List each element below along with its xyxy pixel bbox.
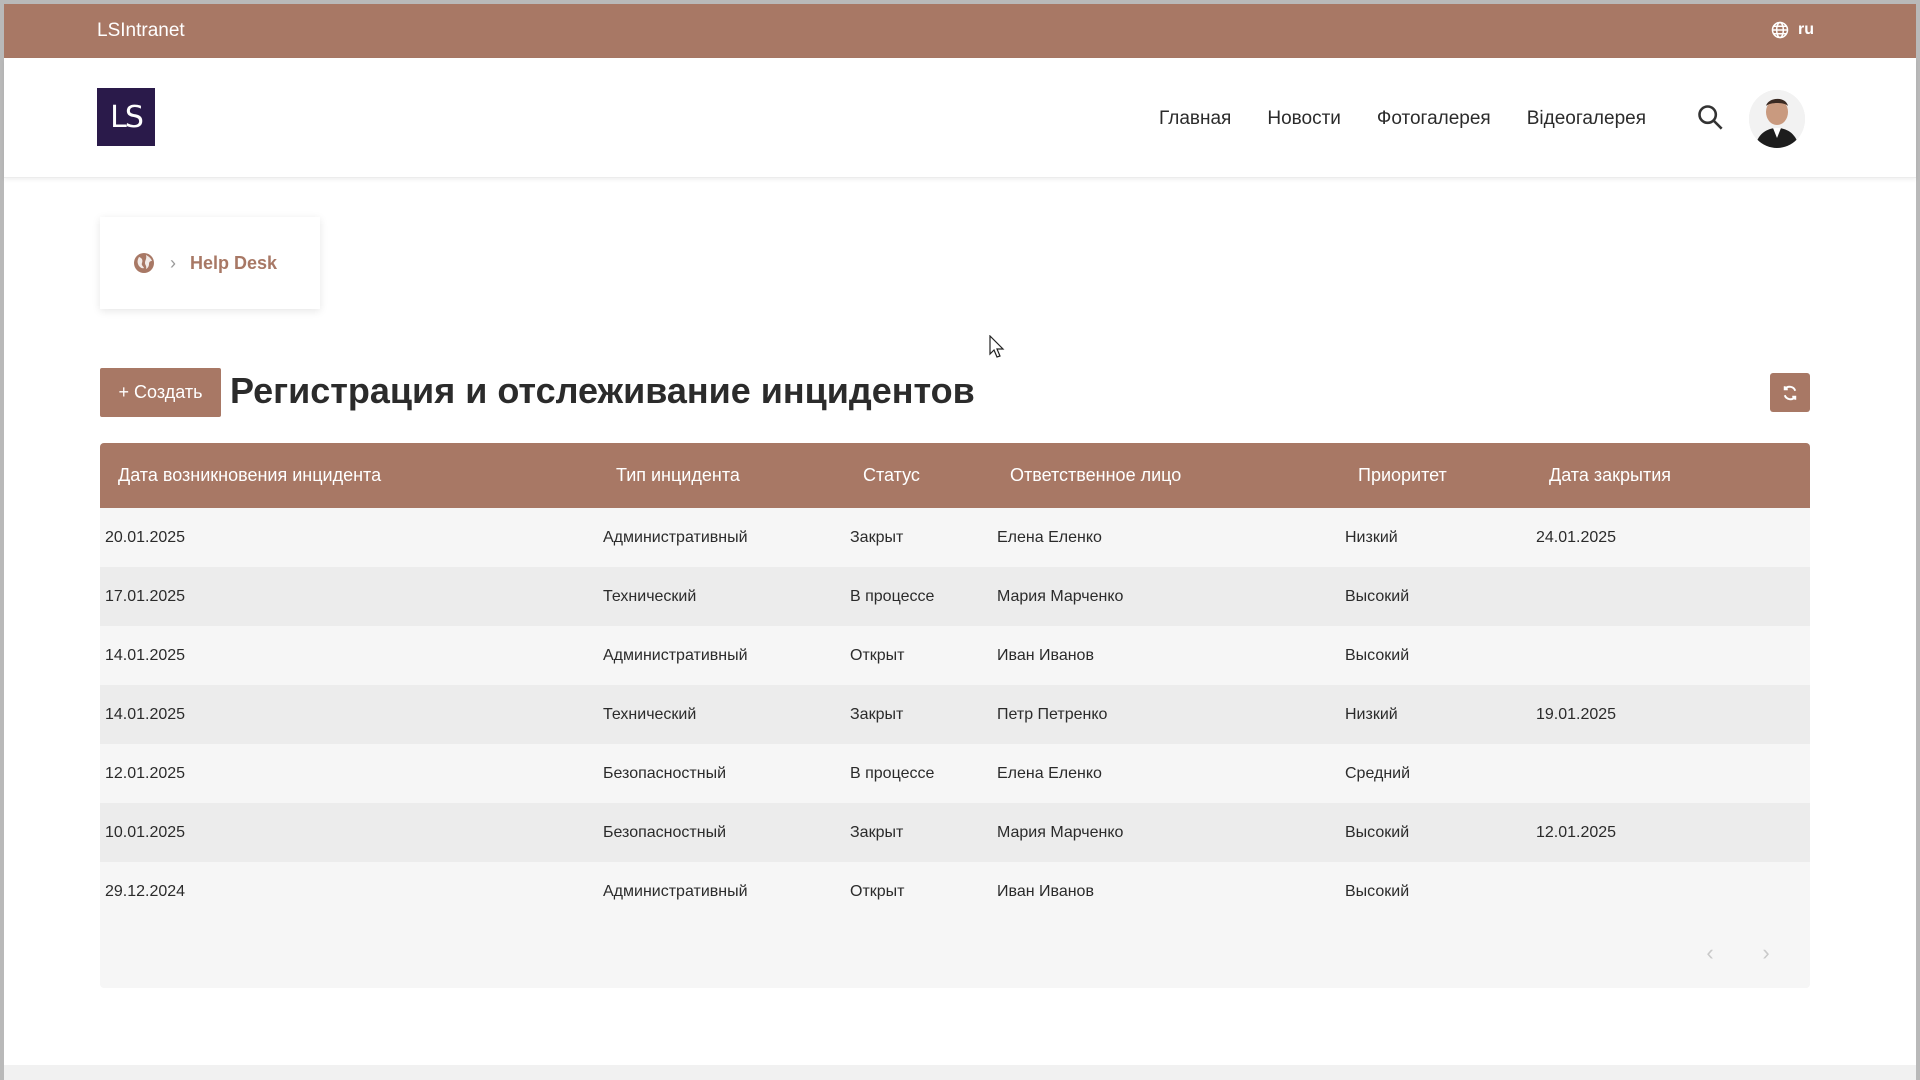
table-cell: Технический	[603, 588, 697, 605]
refresh-icon	[1783, 385, 1797, 400]
table-cell: Мария Марченко	[997, 824, 1124, 841]
user-avatar[interactable]	[1749, 90, 1805, 148]
table-header: Дата возникновения инцидента Тип инциден…	[100, 443, 1810, 508]
main-nav: Главная Новости Фотогалерея Відеогалерея	[1159, 108, 1646, 130]
table-cell: Закрыт	[850, 706, 904, 723]
table-row[interactable]: 29.12.2024 Административный Открыт Иван …	[100, 862, 1810, 921]
table-row[interactable]: 12.01.2025 Безопасностный В процессе Еле…	[100, 744, 1810, 803]
site-header: LS Главная Новости Фотогалерея Відеогале…	[4, 58, 1916, 178]
table-cell: Безопасностный	[603, 824, 726, 841]
table-cell: 12.01.2025	[1536, 824, 1617, 841]
table-cell: Высокий	[1345, 647, 1410, 664]
table-cell: Административный	[603, 647, 748, 664]
search-icon[interactable]	[1696, 103, 1724, 131]
table-cell: Елена Еленко	[997, 529, 1102, 546]
table-cell: 19.01.2025	[1536, 706, 1617, 723]
table-cell: В процессе	[850, 765, 935, 782]
brand-name[interactable]: LSIntranet	[97, 20, 185, 42]
table-cell: 17.01.2025	[105, 588, 186, 605]
breadcrumb-current[interactable]: Help Desk	[190, 253, 277, 274]
table-cell: Закрыт	[850, 529, 904, 546]
site-logo[interactable]: LS	[97, 88, 155, 146]
table-cell: Открыт	[850, 647, 905, 664]
column-header[interactable]: Приоритет	[1358, 465, 1447, 486]
avatar-image	[1749, 90, 1805, 148]
logo-text: LS	[110, 99, 144, 135]
table-cell: Иван Иванов	[997, 883, 1094, 900]
table-cell: 20.01.2025	[105, 529, 186, 546]
table-cell: 10.01.2025	[105, 824, 186, 841]
app-window: LSIntranet ru LS Главная Новости Фотогал…	[0, 0, 1920, 1080]
incidents-table: Дата возникновения инцидента Тип инциден…	[100, 443, 1810, 988]
table-cell: Елена Еленко	[997, 765, 1102, 782]
table-row[interactable]: 14.01.2025 Технический Закрыт Петр Петре…	[100, 685, 1810, 744]
table-cell: 12.01.2025	[105, 765, 186, 782]
nav-item-video-gallery[interactable]: Відеогалерея	[1527, 108, 1646, 130]
nav-item-home[interactable]: Главная	[1159, 108, 1231, 130]
table-cell: 24.01.2025	[1536, 529, 1617, 546]
page-title: Регистрация и отслеживание инцидентов	[230, 370, 975, 411]
table-cell: Административный	[603, 529, 748, 546]
nav-item-photo-gallery[interactable]: Фотогалерея	[1377, 108, 1491, 130]
column-header[interactable]: Дата возникновения инцидента	[118, 465, 381, 486]
chevron-left-icon[interactable]: ‹	[1700, 942, 1720, 964]
table-cell: Низкий	[1345, 706, 1398, 723]
chevron-right-icon[interactable]: ›	[1756, 942, 1776, 964]
nav-item-news[interactable]: Новости	[1267, 108, 1341, 130]
table-cell: 29.12.2024	[105, 883, 186, 900]
language-switcher[interactable]: ru	[1770, 20, 1814, 40]
create-button[interactable]: + Создать	[100, 368, 221, 417]
mouse-cursor-icon	[989, 335, 1005, 358]
table-cell: Открыт	[850, 883, 905, 900]
table-cell: 14.01.2025	[105, 647, 186, 664]
table-cell: Технический	[603, 706, 697, 723]
globe-icon	[1771, 21, 1789, 39]
table-row[interactable]: 10.01.2025 Безопасностный Закрыт Мария М…	[100, 803, 1810, 862]
language-label: ru	[1798, 21, 1814, 38]
table-row[interactable]: 20.01.2025 Административный Закрыт Елена…	[100, 508, 1810, 567]
chevron-right-icon: ›	[170, 252, 176, 273]
top-bar: LSIntranet ru	[4, 4, 1916, 58]
table-row[interactable]: 14.01.2025 Административный Открыт Иван …	[100, 626, 1810, 685]
table-cell: Мария Марченко	[997, 588, 1124, 605]
table-cell: Петр Петренко	[997, 706, 1108, 723]
table-cell: Безопасностный	[603, 765, 726, 782]
column-header[interactable]: Статус	[863, 465, 920, 486]
home-globe-icon[interactable]	[132, 251, 156, 275]
table-cell: Закрыт	[850, 824, 904, 841]
footer-strip	[4, 1065, 1916, 1080]
table-cell: Административный	[603, 883, 748, 900]
table-cell: Высокий	[1345, 824, 1410, 841]
table-cell: В процессе	[850, 588, 935, 605]
table-cell: Средний	[1345, 765, 1411, 782]
table-cell: Высокий	[1345, 883, 1410, 900]
table-cell: Низкий	[1345, 529, 1398, 546]
column-header[interactable]: Ответственное лицо	[1010, 465, 1181, 486]
table-cell: Высокий	[1345, 588, 1410, 605]
table-row[interactable]: 17.01.2025 Технический В процессе Мария …	[100, 567, 1810, 626]
breadcrumb: › Help Desk	[100, 217, 320, 309]
column-header[interactable]: Дата закрытия	[1549, 465, 1671, 486]
pagination: ‹ ›	[1700, 942, 1776, 964]
refresh-button[interactable]	[1770, 373, 1810, 412]
table-cell: 14.01.2025	[105, 706, 186, 723]
table-cell: Иван Иванов	[997, 647, 1094, 664]
table-body: 20.01.2025 Административный Закрыт Елена…	[100, 508, 1810, 921]
column-header[interactable]: Тип инцидента	[616, 465, 740, 486]
